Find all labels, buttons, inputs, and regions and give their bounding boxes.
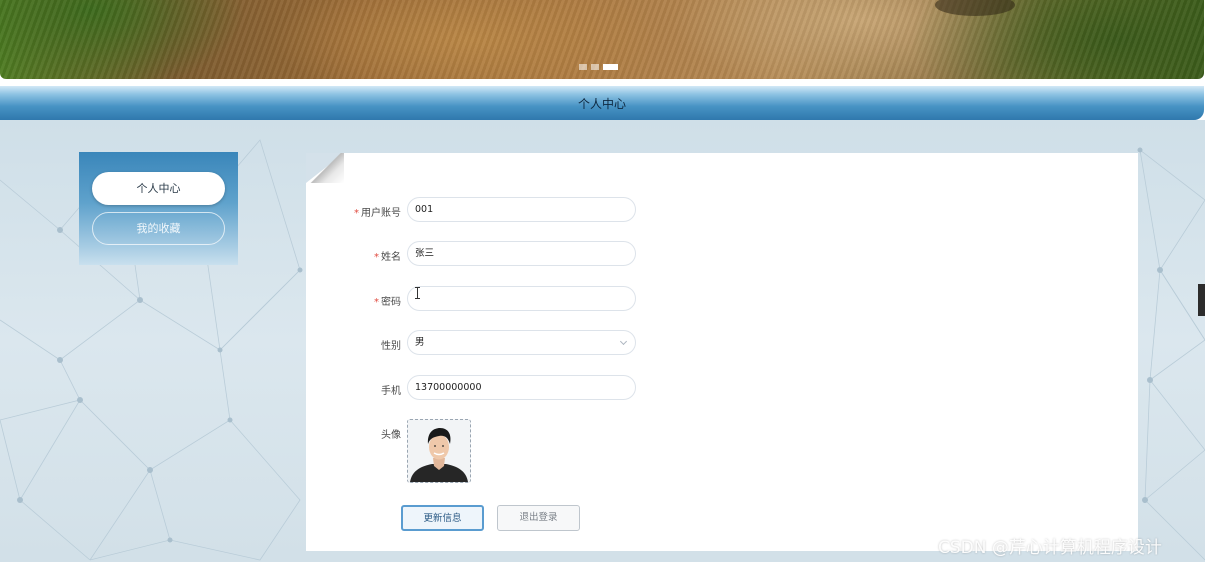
required-mark: * bbox=[354, 208, 359, 219]
name-label-text: 姓名 bbox=[381, 252, 401, 263]
logout-button[interactable]: 退出登录 bbox=[497, 505, 580, 531]
watermark-text: CSDN @芹心计算机程序设计 bbox=[938, 538, 1162, 558]
text-cursor-icon bbox=[415, 287, 420, 299]
section-title-bar: 个人中心 bbox=[0, 86, 1204, 120]
password-input[interactable] bbox=[407, 286, 636, 311]
scrollbar-handle[interactable] bbox=[1198, 284, 1205, 316]
carousel-dot[interactable] bbox=[591, 64, 599, 70]
account-label-text: 用户账号 bbox=[361, 208, 401, 219]
avatar-image bbox=[408, 420, 470, 482]
gender-select[interactable]: 男 bbox=[407, 330, 636, 355]
phone-label-text: 手机 bbox=[381, 386, 401, 397]
gender-label-text: 性别 bbox=[381, 341, 401, 352]
required-mark: * bbox=[374, 252, 379, 263]
account-input[interactable]: 001 bbox=[407, 197, 636, 222]
password-label-text: 密码 bbox=[381, 297, 401, 308]
carousel-dot[interactable] bbox=[579, 64, 587, 70]
required-mark: * bbox=[374, 297, 379, 308]
name-label: * 姓名 bbox=[311, 248, 401, 263]
name-input[interactable]: 张三 bbox=[407, 241, 636, 266]
carousel-dot-active[interactable] bbox=[603, 64, 618, 70]
update-info-button[interactable]: 更新信息 bbox=[401, 505, 484, 531]
page: 个人中心 个人中心 我的收藏 * 用户账号 001 * 姓名 张三 * 密码 性… bbox=[0, 0, 1205, 562]
avatar-upload[interactable] bbox=[407, 419, 471, 483]
gender-label: 性别 bbox=[311, 337, 401, 352]
gender-selected-value: 男 bbox=[415, 337, 425, 348]
carousel-indicators bbox=[579, 64, 618, 70]
page-curl-shadow bbox=[306, 153, 344, 183]
sidebar-item-profile[interactable]: 个人中心 bbox=[92, 172, 225, 205]
account-label: * 用户账号 bbox=[311, 204, 401, 219]
phone-label: 手机 bbox=[311, 382, 401, 397]
banner-carousel[interactable] bbox=[0, 0, 1204, 79]
avatar-label: 头像 bbox=[381, 430, 401, 441]
phone-input[interactable]: 13700000000 bbox=[407, 375, 636, 400]
page-title: 个人中心 bbox=[577, 97, 626, 111]
sidebar-menu: 个人中心 我的收藏 bbox=[79, 152, 238, 265]
sidebar-item-favorites[interactable]: 我的收藏 bbox=[92, 212, 225, 245]
password-label: * 密码 bbox=[311, 293, 401, 308]
chevron-down-icon[interactable] bbox=[619, 337, 628, 346]
